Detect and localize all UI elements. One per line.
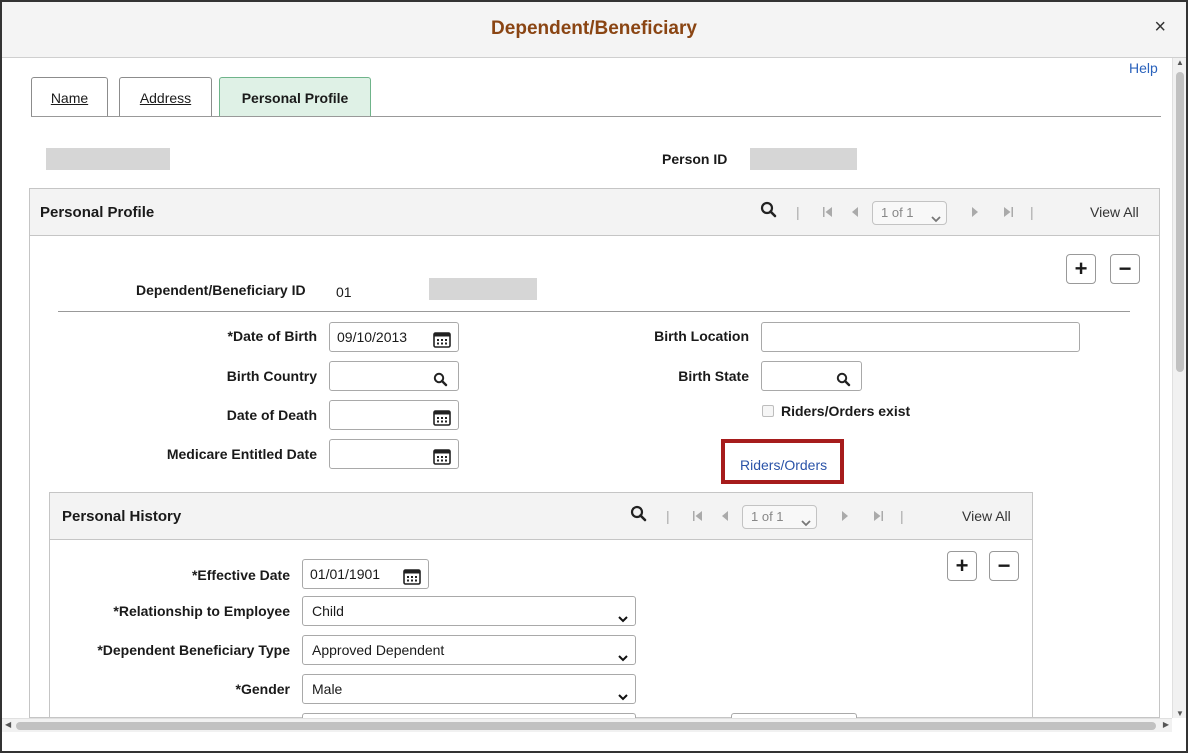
- dialog-titlebar: Dependent/Beneficiary ×: [2, 2, 1186, 58]
- calendar-icon[interactable]: [433, 446, 451, 474]
- personal-profile-nav: | 1 of 1 | View All: [760, 201, 1155, 225]
- delete-row-button[interactable]: −: [1110, 254, 1140, 284]
- tab-address[interactable]: Address: [119, 77, 212, 117]
- chevron-down-icon: [931, 208, 941, 230]
- birth-country-label: Birth Country: [226, 368, 317, 384]
- person-id-label: Person ID: [662, 151, 728, 167]
- row-select-value: 1 of 1: [881, 205, 914, 220]
- nav-separator: |: [796, 204, 800, 220]
- redacted-dependent-name: [429, 278, 537, 300]
- previous-row-icon[interactable]: [850, 205, 860, 221]
- search-icon[interactable]: [433, 368, 448, 396]
- chevron-down-icon: [617, 644, 629, 672]
- first-row-icon[interactable]: [692, 509, 704, 525]
- add-row-button[interactable]: +: [1066, 254, 1096, 284]
- first-row-icon[interactable]: [822, 205, 834, 221]
- vertical-scroll-thumb[interactable]: [1176, 72, 1184, 372]
- personal-profile-row-select[interactable]: 1 of 1: [872, 201, 947, 225]
- dialog-title: Dependent/Beneficiary: [491, 18, 697, 39]
- relationship-select[interactable]: Child: [302, 596, 636, 626]
- dependent-id-value: 01: [336, 284, 352, 300]
- tab-personal-profile-label: Personal Profile: [241, 90, 349, 106]
- birth-country-field[interactable]: [329, 361, 459, 391]
- personal-history-title: Personal History: [62, 508, 182, 525]
- dependent-type-label: *Dependent Beneficiary Type: [97, 642, 290, 658]
- dependent-type-select[interactable]: Approved Dependent: [302, 635, 636, 665]
- section-divider: [58, 311, 1130, 312]
- nav-separator: |: [666, 508, 670, 524]
- tab-underline: [31, 116, 1161, 117]
- gender-select[interactable]: Male: [302, 674, 636, 704]
- date-of-death-label: Date of Death: [226, 407, 317, 423]
- date-of-death-field[interactable]: [329, 400, 459, 430]
- date-of-birth-label: *Date of Birth: [227, 328, 317, 344]
- relationship-label: *Relationship to Employee: [113, 603, 290, 619]
- birth-location-field[interactable]: [761, 322, 1080, 352]
- vertical-scrollbar[interactable]: ▲ ▼: [1172, 58, 1186, 718]
- medicare-date-label: Medicare Entitled Date: [166, 446, 317, 462]
- scroll-up-icon[interactable]: ▲: [1176, 58, 1184, 67]
- personal-profile-title: Personal Profile: [40, 204, 155, 221]
- help-link[interactable]: Help: [1129, 60, 1158, 76]
- personal-history-nav: | 1 of 1 | View All: [630, 505, 1025, 529]
- scroll-right-icon[interactable]: ▶: [1163, 720, 1169, 729]
- birth-state-field[interactable]: [761, 361, 862, 391]
- personal-history-row-select[interactable]: 1 of 1: [742, 505, 817, 529]
- riders-orders-link[interactable]: Riders/Orders: [740, 457, 827, 473]
- chevron-down-icon: [617, 605, 629, 633]
- tab-name-label: Name: [50, 90, 89, 106]
- personal-history-header: Personal History | 1 of 1 | View All: [49, 492, 1033, 540]
- horizontal-scroll-thumb[interactable]: [16, 722, 1156, 730]
- nav-separator: |: [1030, 204, 1034, 220]
- date-of-birth-field[interactable]: 09/10/2013: [329, 322, 459, 352]
- delete-history-row-button[interactable]: −: [989, 551, 1019, 581]
- effective-date-label: *Effective Date: [191, 567, 290, 583]
- nav-separator: |: [900, 508, 904, 524]
- dependent-id-label: Dependent/Beneficiary ID: [136, 282, 306, 298]
- close-icon[interactable]: ×: [1154, 17, 1166, 37]
- date-of-birth-value: 09/10/2013: [337, 329, 408, 345]
- gender-label: *Gender: [235, 681, 290, 697]
- tab-address-label: Address: [139, 90, 192, 106]
- view-all-link[interactable]: View All: [962, 508, 1011, 524]
- effective-date-value: 01/01/1901: [310, 566, 381, 582]
- next-row-icon[interactable]: [970, 205, 980, 221]
- riders-exist-checkbox[interactable]: [762, 405, 774, 417]
- relationship-value: Child: [312, 603, 344, 619]
- birth-state-label: Birth State: [678, 368, 749, 384]
- scroll-left-icon[interactable]: ◀: [5, 720, 11, 729]
- add-history-row-button[interactable]: +: [947, 551, 977, 581]
- search-icon[interactable]: [760, 201, 778, 222]
- search-icon[interactable]: [836, 368, 851, 396]
- dependent-type-value: Approved Dependent: [312, 642, 445, 658]
- tab-personal-profile[interactable]: Personal Profile: [219, 77, 371, 117]
- scroll-down-icon[interactable]: ▼: [1176, 709, 1184, 718]
- gender-value: Male: [312, 681, 343, 697]
- tab-name[interactable]: Name: [31, 77, 108, 117]
- birth-location-label: Birth Location: [654, 328, 749, 344]
- row-select-value: 1 of 1: [751, 509, 784, 524]
- calendar-icon[interactable]: [433, 329, 451, 357]
- last-row-icon[interactable]: [1002, 205, 1014, 221]
- medicare-date-field[interactable]: [329, 439, 459, 469]
- horizontal-scrollbar[interactable]: ◀ ▶: [2, 718, 1172, 732]
- last-row-icon[interactable]: [872, 509, 884, 525]
- previous-row-icon[interactable]: [720, 509, 730, 525]
- effective-date-field[interactable]: 01/01/1901: [302, 559, 429, 589]
- chevron-down-icon: [617, 683, 629, 711]
- personal-profile-header: Personal Profile | 1 of 1 | View All: [29, 188, 1160, 236]
- riders-exist-label: Riders/Orders exist: [781, 403, 911, 419]
- view-all-link[interactable]: View All: [1090, 204, 1139, 220]
- redacted-name: [46, 148, 170, 170]
- redacted-person-id: [750, 148, 857, 170]
- next-row-icon[interactable]: [840, 509, 850, 525]
- chevron-down-icon: [801, 512, 811, 534]
- search-icon[interactable]: [630, 505, 648, 526]
- calendar-icon[interactable]: [403, 566, 421, 594]
- dialog-window: Dependent/Beneficiary × Help Name Addres…: [0, 0, 1188, 753]
- calendar-icon[interactable]: [433, 407, 451, 435]
